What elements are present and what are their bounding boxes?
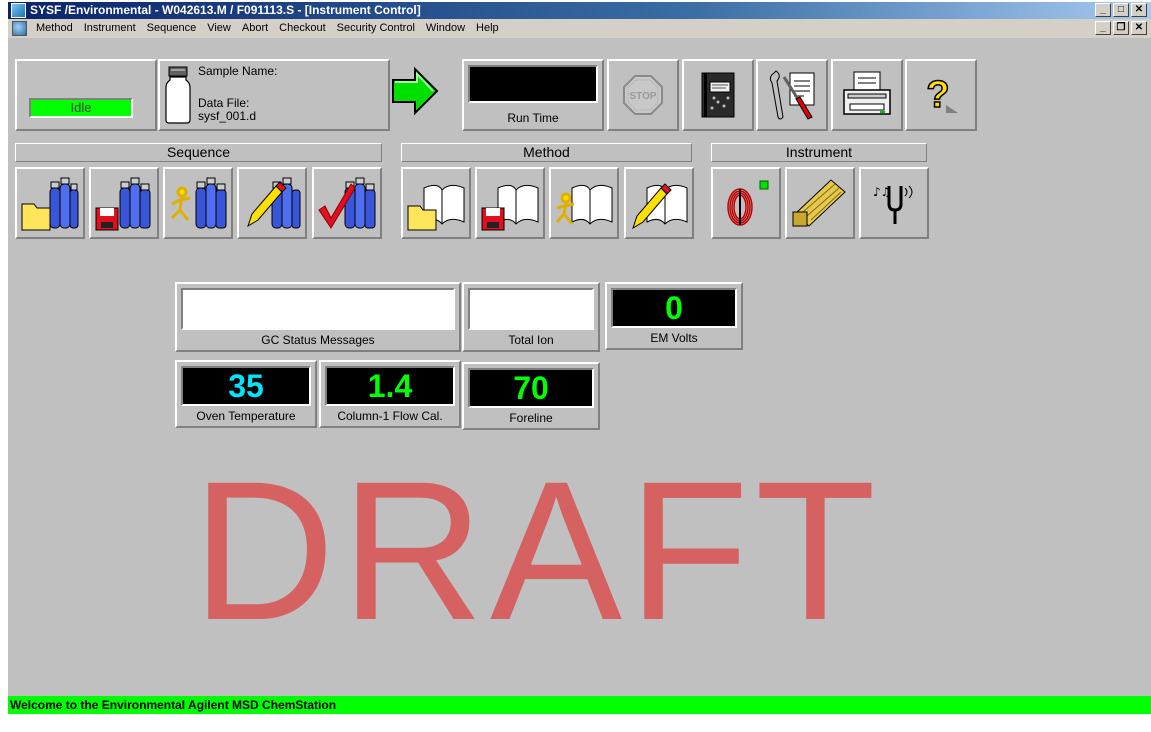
em-volts-label: EM Volts [650, 331, 698, 345]
method-group-header: Method [401, 143, 692, 162]
column-flow-display: 1.4 [325, 366, 455, 406]
menu-method[interactable]: Method [36, 19, 73, 38]
oven-temperature-panel: 35 Oven Temperature [175, 360, 317, 428]
data-file-label: Data File: [198, 96, 250, 110]
oven-temperature-display: 35 [181, 366, 311, 406]
maximize-button[interactable]: □ [1113, 3, 1129, 17]
gc-status-panel: GC Status Messages [175, 282, 461, 352]
check-sequence-button[interactable] [312, 167, 382, 239]
status-indicator: Idle [29, 98, 133, 118]
load-sequence-button[interactable] [15, 167, 85, 239]
sample-name-label: Sample Name: [198, 64, 278, 78]
document-icon[interactable] [12, 21, 27, 36]
tune-button[interactable]: ♪♫ [859, 167, 929, 239]
save-method-button[interactable] [475, 167, 545, 239]
app-icon[interactable] [11, 3, 26, 18]
run-time-display [468, 65, 598, 103]
instrument-control-workspace: Idle Sample Name: Data File: sysf_001.d … [8, 38, 1151, 696]
print-button[interactable] [831, 59, 903, 131]
save-method-icon [481, 184, 539, 231]
menu-checkout[interactable]: Checkout [279, 19, 325, 38]
edit-sequence-button[interactable] [237, 167, 307, 239]
edit-method-button[interactable] [624, 167, 694, 239]
save-sequence-icon [95, 177, 151, 231]
run-time-panel: Run Time [462, 59, 604, 131]
total-ion-display [468, 288, 594, 330]
menu-window[interactable]: Window [426, 19, 465, 38]
close-button[interactable]: ✕ [1131, 3, 1147, 17]
instrument-group-header: Instrument [711, 143, 927, 162]
tools-button[interactable] [756, 59, 828, 131]
column-flow-label: Column-1 Flow Cal. [337, 409, 443, 423]
menu-help[interactable]: Help [476, 19, 499, 38]
vial-icon [165, 66, 191, 124]
run-method-button[interactable] [549, 167, 619, 239]
foreline-panel: 70 Foreline [462, 362, 600, 430]
menu-bar: Method Instrument Sequence View Abort Ch… [8, 19, 1151, 38]
stop-sign-icon: STOP [623, 75, 663, 115]
run-sequence-icon [170, 177, 227, 229]
svg-text:STOP: STOP [629, 91, 656, 102]
minimize-button[interactable]: _ [1095, 3, 1111, 17]
foreline-display: 70 [468, 368, 594, 408]
stop-button[interactable]: STOP [607, 59, 679, 131]
menu-instrument[interactable]: Instrument [84, 19, 136, 38]
status-bar: Welcome to the Environmental Agilent MSD… [8, 696, 1151, 714]
tune-icon: ♪♫ [873, 185, 913, 224]
gc-status-messages-box [181, 288, 455, 330]
sample-info-panel[interactable]: Sample Name: Data File: sysf_001.d [158, 59, 390, 131]
question-mark-icon: ? [926, 73, 958, 117]
ion-source-icon [792, 179, 846, 227]
gc-status-label: GC Status Messages [261, 333, 375, 347]
child-minimize-button[interactable]: _ [1095, 21, 1111, 35]
printer-icon [843, 71, 891, 115]
run-sequence-button[interactable] [163, 167, 233, 239]
column-flow-panel: 1.4 Column-1 Flow Cal. [319, 360, 461, 428]
window-title: SYSF /Environmental - W042613.M / F09111… [30, 3, 421, 17]
notebook-icon [701, 72, 735, 118]
run-method-icon [555, 184, 613, 225]
load-method-button[interactable] [401, 167, 471, 239]
em-volts-display: 0 [611, 288, 737, 328]
save-sequence-button[interactable] [89, 167, 159, 239]
total-ion-panel: Total Ion [462, 282, 600, 352]
edit-sequence-icon [247, 177, 301, 229]
ion-source-button[interactable] [785, 167, 855, 239]
child-restore-button[interactable]: ❐ [1113, 21, 1129, 35]
wrench-screwdriver-icon [769, 70, 815, 120]
title-bar[interactable]: SYSF /Environmental - W042613.M / F09111… [8, 2, 1151, 19]
column-icon [727, 180, 769, 226]
oven-temperature-label: Oven Temperature [196, 409, 296, 423]
foreline-label: Foreline [509, 411, 553, 425]
edit-method-icon [632, 183, 688, 230]
start-run-arrow-icon[interactable] [389, 66, 441, 116]
load-method-icon [407, 184, 465, 231]
menu-view[interactable]: View [207, 19, 231, 38]
check-sequence-icon [318, 177, 376, 229]
menu-sequence[interactable]: Sequence [147, 19, 197, 38]
status-panel: Idle [15, 59, 157, 131]
status-bar-text: Welcome to the Environmental Agilent MSD… [10, 698, 337, 712]
menu-abort[interactable]: Abort [242, 19, 268, 38]
logbook-button[interactable] [682, 59, 754, 131]
sequence-group-header: Sequence [15, 143, 382, 162]
em-volts-panel: 0 EM Volts [605, 282, 743, 350]
load-sequence-icon [21, 177, 79, 231]
help-button[interactable]: ? [905, 59, 977, 131]
column-button[interactable] [711, 167, 781, 239]
total-ion-label: Total Ion [508, 333, 554, 347]
data-file-value: sysf_001.d [198, 109, 257, 123]
svg-text:♪♫: ♪♫ [873, 185, 891, 199]
run-time-label: Run Time [507, 111, 559, 125]
child-close-button[interactable]: ✕ [1131, 21, 1147, 35]
menu-security-control[interactable]: Security Control [337, 19, 415, 38]
